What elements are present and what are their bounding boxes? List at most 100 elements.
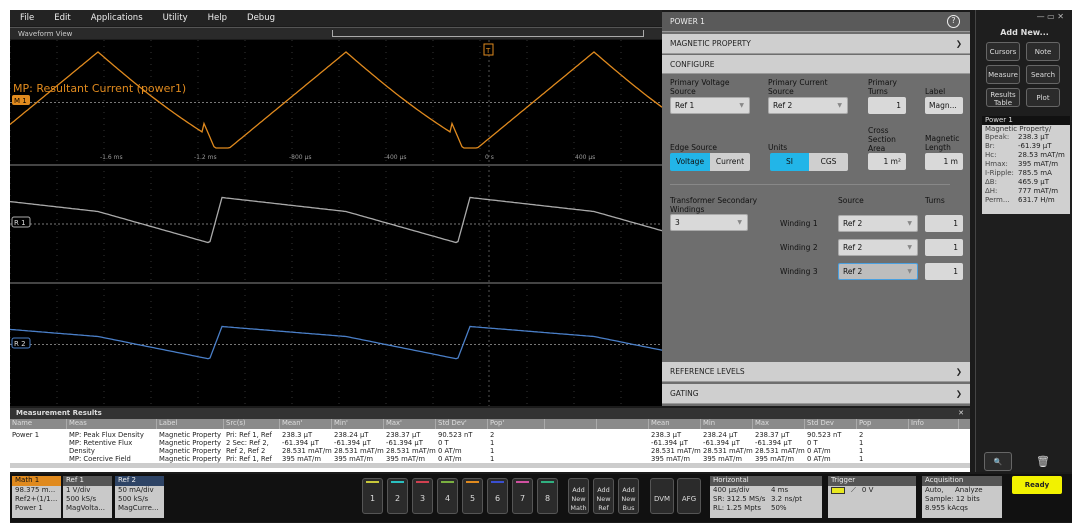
channel-8-button[interactable]: 8 [537,478,558,514]
column-header[interactable]: Pop' [488,419,545,429]
table-cell: 2 [490,431,495,439]
column-header[interactable]: Meas [67,419,157,429]
column-header[interactable]: Src(s) [224,419,280,429]
trigger-badge[interactable]: Trigger ⟋ 0 V [828,476,916,518]
channel-4-button[interactable]: 4 [437,478,458,514]
close-icon[interactable]: ✕ [958,408,964,419]
zoom-icon[interactable]: 🔍 [984,452,1012,471]
plot-button[interactable]: Plot [1026,88,1060,107]
primary-voltage-select[interactable]: Ref 1 ▼ [670,97,750,114]
column-header[interactable]: Mean [649,419,701,429]
label-input[interactable]: Magn... [925,97,963,114]
ref1-badge[interactable]: Ref 11 V/div 500 kS/s MagVolta... [63,476,112,518]
channel-3-button[interactable]: 3 [412,478,433,514]
primary-current-label: Primary Current Source [768,78,828,96]
channel-2-button[interactable]: 2 [387,478,408,514]
table-cell: 28.531 mAT/m [386,447,436,455]
table-cell: 238.24 µT [334,431,369,439]
horizontal-scrollbar[interactable] [10,463,970,468]
search-button[interactable]: Search [1026,65,1060,84]
add-new-ref-button[interactable]: Add New Ref [593,478,614,514]
edge-voltage-toggle[interactable]: Voltage [670,153,710,171]
column-header[interactable]: Info [909,419,959,429]
winding-source-select[interactable]: Ref 2 ▼ [838,239,918,256]
help-icon[interactable]: ? [947,15,960,28]
power1-result-badge[interactable]: Power 1 Magnetic Property/ Bpeak: 238.3 µ… [982,116,1070,214]
window-controls[interactable]: — ▭ ✕ [1037,12,1064,21]
horizontal-badge[interactable]: Horizontal 400 µs/div 4 ms SR: 312.5 MS/s… [710,476,822,518]
channel-1-button[interactable]: 1 [362,478,383,514]
secondary-windings-select[interactable]: 3 ▼ [670,214,748,231]
table-row[interactable]: Density Magnetic Property Ref 2, Ref 2 28.5… [10,447,970,455]
column-header[interactable]: Max' [384,419,436,429]
table-row[interactable]: MP: Retentive Flux Magnetic Property 2 Sec… [10,439,970,447]
dvm-button[interactable]: DVM [650,478,674,514]
winding-turns-input[interactable]: 1 [925,263,963,280]
label-label: Label [925,87,946,96]
units-si-toggle[interactable]: SI [770,153,809,171]
winding-source-select[interactable]: Ref 2 ▼ [838,215,918,232]
column-header[interactable]: Std Dev [805,419,857,429]
column-header[interactable] [597,419,649,429]
note-button[interactable]: Note [1026,42,1060,61]
edge-current-toggle[interactable]: Current [710,153,750,171]
table-row[interactable]: Power 1 MP: Peak Flux Density Magnetic Pro… [10,431,970,439]
afg-button[interactable]: AFG [677,478,701,514]
primary-current-select[interactable]: Ref 2 ▼ [768,97,848,114]
menu-utility[interactable]: Utility [153,13,198,23]
primary-turns-input[interactable]: 1 [868,97,906,114]
section-configure[interactable]: CONFIGURE [662,55,970,74]
column-header[interactable] [545,419,597,429]
measure-button[interactable]: Measure [986,65,1020,84]
math1-badge[interactable]: Math 1 98.375 m... Ref2+(1/1... Power 1 [12,476,61,518]
trash-icon[interactable]: 🗑 [1032,452,1054,471]
section-reference-levels[interactable]: REFERENCE LEVELS ❯ [662,362,970,382]
section-magnetic-property[interactable]: MAGNETIC PROPERTY ❯ [662,34,970,54]
channel-5-button[interactable]: 5 [462,478,483,514]
column-header[interactable]: Max [753,419,805,429]
menu-file[interactable]: File [10,13,44,23]
badge-row: Bpeak: 238.3 µT [985,133,1049,141]
table-cell: 0 T [438,439,449,447]
column-header[interactable]: Mean' [280,419,332,429]
table-row[interactable]: MP: Coercive Field Magnetic Property Pri: … [10,455,970,463]
ref2-badge[interactable]: Ref 2 50 mA/div 500 kS/s MagCurre... [115,476,164,518]
mag-length-label: Magnetic Length [925,134,960,152]
menu-applications[interactable]: Applications [81,13,153,23]
menu-debug[interactable]: Debug [237,13,285,23]
add-new-math-button[interactable]: Add New Math [568,478,589,514]
magnetic-length-input[interactable]: 1 m [925,153,963,170]
column-header[interactable]: Std Dev' [436,419,488,429]
menu-help[interactable]: Help [198,13,237,23]
winding-turns-input[interactable]: 1 [925,239,963,256]
cursors-button[interactable]: Cursors [986,42,1020,61]
r2-marker[interactable]: R 2 [11,337,31,349]
menu-edit[interactable]: Edit [44,13,80,23]
results-table-button[interactable]: Results Table [986,88,1020,107]
r1-marker[interactable]: R 1 [11,216,31,228]
cross-section-input[interactable]: 1 m² [868,153,906,170]
table-cell: -61.394 µT [334,439,371,447]
channel-6-button[interactable]: 6 [487,478,508,514]
table-cell: 1 [859,455,864,463]
column-header[interactable]: Label [157,419,224,429]
winding-source-select[interactable]: Ref 2 ▼ [838,263,918,280]
svg-text:R 2: R 2 [14,340,26,348]
acquisition-badge[interactable]: Acquisition Auto, Analyze Sample: 12 bits… [922,476,1002,518]
trigger-marker[interactable]: T [483,43,494,56]
winding-turns-input[interactable]: 1 [925,215,963,232]
time-tick: 400 µs [575,154,595,161]
section-gating[interactable]: GATING ❯ [662,384,970,404]
ready-status-button[interactable]: Ready [1012,476,1062,494]
column-header[interactable]: Name [10,419,67,429]
m1-marker[interactable]: M 1 [12,95,30,105]
column-header[interactable]: Pop [857,419,909,429]
waveform-display[interactable]: MP: Resultant Current (power1) -1.6 ms -… [10,40,662,406]
overview-scrollbar[interactable] [332,30,644,37]
column-header[interactable]: Min' [332,419,384,429]
add-new-bus-button[interactable]: Add New Bus [618,478,639,514]
units-cgs-toggle[interactable]: CGS [809,153,848,171]
column-header[interactable]: Min [701,419,753,429]
table-cell: Pri: Ref 1, Ref [226,431,272,439]
channel-7-button[interactable]: 7 [512,478,533,514]
